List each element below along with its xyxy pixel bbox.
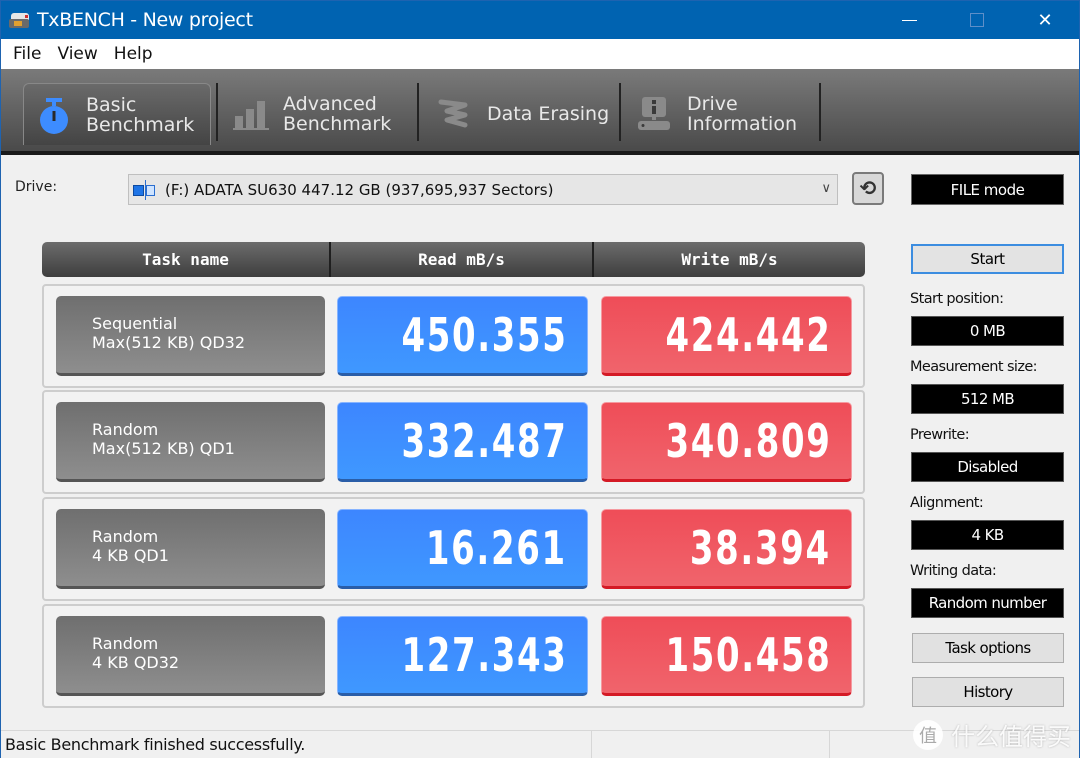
read-result: 332.487	[337, 402, 588, 482]
maximize-icon	[970, 13, 984, 27]
menu-bar: File View Help	[1, 39, 1079, 69]
drive-info-icon	[637, 96, 673, 132]
alignment-label: Alignment:	[910, 495, 984, 511]
start-position-label: Start position:	[910, 291, 1004, 307]
result-row-random-512kb-qd1: Random Max(512 KB) QD1 332.487 340.809	[42, 390, 865, 494]
task-sequential-qd32-button[interactable]: Sequential Max(512 KB) QD32	[56, 296, 325, 376]
status-message: Basic Benchmark finished successfully.	[5, 735, 306, 754]
app-window: TxBENCH - New project ✕ File View Help B…	[0, 0, 1080, 758]
read-value: 16.261	[426, 521, 567, 575]
tab-data-erasing[interactable]: Data Erasing	[437, 83, 617, 145]
toolbar-divider	[819, 83, 821, 141]
drive-label: Drive:	[15, 179, 58, 195]
start-button[interactable]: Start	[911, 244, 1064, 274]
tab-label: Data Erasing	[487, 103, 610, 125]
task-random-4kb-qd1-button[interactable]: Random 4 KB QD1	[56, 509, 325, 589]
column-header-read: Read mB/s	[329, 242, 592, 277]
read-value: 332.487	[400, 414, 567, 468]
start-position-field[interactable]: 0 MB	[911, 316, 1064, 346]
tab-drive-information[interactable]: Drive Information	[637, 83, 817, 145]
column-header-write: Write mB/s	[592, 242, 865, 277]
alignment-field[interactable]: 4 KB	[911, 520, 1064, 550]
bar-chart-icon	[233, 96, 269, 132]
window-title: TxBENCH - New project	[37, 9, 253, 31]
result-row-random-4kb-qd1: Random 4 KB QD1 16.261 38.394	[42, 497, 865, 601]
task-random-4kb-qd32-button[interactable]: Random 4 KB QD32	[56, 616, 325, 696]
write-result: 424.442	[601, 296, 852, 376]
write-result: 150.458	[601, 616, 852, 696]
watermark-text: 什么值得买	[951, 723, 1071, 751]
status-pane	[591, 731, 829, 758]
tab-label: Drive Information	[687, 93, 797, 135]
history-button[interactable]: History	[912, 677, 1064, 707]
tab-advanced-benchmark[interactable]: Advanced Benchmark	[233, 83, 413, 145]
toolbar-divider	[619, 83, 621, 141]
writing-data-field[interactable]: Random number	[911, 588, 1064, 618]
task-options-button[interactable]: Task options	[912, 633, 1064, 663]
watermark-badge-icon: 值	[913, 719, 943, 750]
close-button[interactable]: ✕	[1011, 1, 1079, 39]
read-result: 450.355	[337, 296, 588, 376]
result-row-sequential-qd32: Sequential Max(512 KB) QD32 450.355 424.…	[42, 284, 865, 388]
watermark: 值 什么值得买	[913, 717, 1071, 752]
measurement-size-label: Measurement size:	[910, 359, 1038, 375]
results-table-header: Task name Read mB/s Write mB/s	[42, 242, 865, 277]
toolbar-divider	[417, 83, 419, 141]
write-value: 150.458	[664, 628, 831, 682]
result-row-random-4kb-qd32: Random 4 KB QD32 127.343 150.458	[42, 604, 865, 708]
write-value: 340.809	[664, 414, 831, 468]
prewrite-field[interactable]: Disabled	[911, 452, 1064, 482]
writing-data-label: Writing data:	[910, 563, 997, 579]
read-result: 16.261	[337, 509, 588, 589]
toolbar-divider	[216, 83, 218, 141]
drive-selected-value: (F:) ADATA SU630 447.12 GB (937,695,937 …	[165, 180, 554, 199]
app-logo-icon	[9, 11, 31, 29]
write-result: 340.809	[601, 402, 852, 482]
toolbar: Basic Benchmark Advanced Benchmark Data …	[1, 69, 1079, 155]
menu-view[interactable]: View	[49, 44, 105, 64]
read-value: 127.343	[400, 628, 567, 682]
prewrite-label: Prewrite:	[910, 427, 970, 443]
drive-select[interactable]: (F:) ADATA SU630 447.12 GB (937,695,937 …	[128, 174, 838, 205]
write-result: 38.394	[601, 509, 852, 589]
stopwatch-icon	[36, 97, 72, 134]
read-value: 450.355	[400, 308, 567, 362]
column-header-task: Task name	[142, 250, 229, 269]
minimize-button[interactable]	[875, 1, 943, 39]
minimize-icon	[901, 19, 917, 21]
close-icon: ✕	[1037, 9, 1053, 30]
tab-label: Advanced Benchmark	[283, 93, 392, 135]
menu-file[interactable]: File	[5, 44, 49, 64]
task-random-512kb-qd1-button[interactable]: Random Max(512 KB) QD1	[56, 402, 325, 482]
refresh-icon: ⟲	[859, 178, 877, 200]
maximize-button[interactable]	[943, 1, 1011, 39]
read-result: 127.343	[337, 616, 588, 696]
measurement-size-field[interactable]: 512 MB	[911, 384, 1064, 414]
tab-basic-benchmark[interactable]: Basic Benchmark	[23, 83, 211, 145]
write-value: 38.394	[690, 521, 831, 575]
refresh-drives-button[interactable]: ⟲	[852, 172, 884, 205]
menu-help[interactable]: Help	[106, 44, 161, 64]
chevron-down-icon: ∨	[821, 181, 831, 196]
tab-label: Basic Benchmark	[86, 93, 195, 136]
disk-icon	[133, 179, 159, 200]
title-bar: TxBENCH - New project ✕	[1, 1, 1079, 39]
eraser-icon	[437, 96, 473, 132]
mode-indicator: FILE mode	[911, 174, 1064, 205]
write-value: 424.442	[664, 308, 831, 362]
